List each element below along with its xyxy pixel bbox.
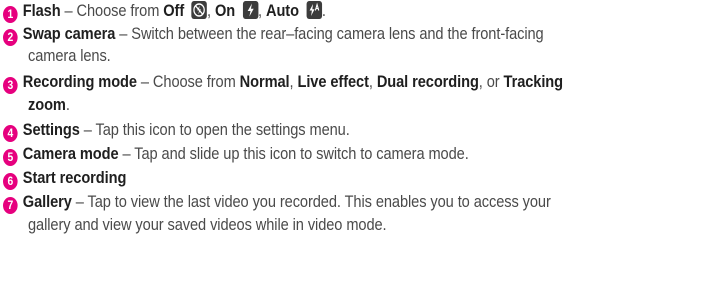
list-item-gallery: 7 Gallery – Tap to view the last video yo… (3, 191, 600, 214)
document-page: 1 Flash – Choose from Off , On , Auto . 2… (0, 0, 701, 282)
list-item-recording-mode: 3 Recording mode – Choose from Normal, Li… (3, 71, 600, 94)
flash-on-icon (242, 1, 259, 19)
item-text: – Tap and slide up this icon to switch t… (118, 144, 469, 163)
option-off: Off (163, 1, 185, 20)
term-recording-mode: Recording mode (22, 72, 137, 91)
item-text: camera lens. (28, 46, 111, 65)
punctuation: , (368, 72, 373, 91)
number-badge: 6 (3, 173, 18, 190)
term-gallery: Gallery (22, 192, 72, 211)
number-badge: 4 (3, 125, 18, 142)
list-item-settings: 4 Settings – Tap this icon to open the se… (3, 119, 600, 142)
option-tracking: Tracking (503, 72, 564, 91)
term-start-recording: Start recording (22, 168, 127, 187)
list-item-swap-camera: 2 Swap camera – Switch between the rear–f… (3, 23, 600, 46)
option-normal: Normal (239, 72, 290, 91)
item-text: – Choose from (60, 1, 164, 20)
option-dual-recording: Dual recording (376, 72, 479, 91)
list-item-gallery-continued: gallery and view your saved videos while… (28, 214, 603, 236)
term-flash: Flash (22, 1, 61, 20)
flash-off-icon (191, 1, 208, 19)
list-item-camera-mode: 5 Camera mode – Tap and slide up this ico… (3, 143, 600, 166)
term-settings: Settings (22, 120, 80, 139)
item-text: – Tap this icon to open the settings men… (79, 120, 350, 139)
option-zoom: zoom (28, 95, 66, 114)
item-text: , or (478, 72, 504, 91)
list-item-start-recording: 6 Start recording (3, 167, 600, 190)
punctuation: . (321, 1, 326, 20)
item-text: gallery and view your saved videos while… (28, 215, 387, 234)
option-auto: Auto (265, 1, 299, 20)
option-live-effect: Live effect (297, 72, 369, 91)
number-badge: 5 (3, 149, 18, 166)
punctuation: , (258, 1, 262, 20)
item-text: – Switch between the rear–facing camera … (115, 24, 544, 43)
number-badge: 1 (3, 6, 18, 23)
punctuation: . (65, 95, 70, 114)
number-badge: 7 (3, 197, 18, 214)
flash-auto-icon (306, 1, 322, 19)
item-text: – Choose from (136, 72, 240, 91)
number-badge: 2 (3, 29, 18, 46)
list-item-flash: 1 Flash – Choose from Off , On , Auto . (3, 0, 600, 23)
punctuation: , (207, 1, 211, 20)
list-item-swap-camera-continued: camera lens. (28, 45, 603, 67)
item-text: – Tap to view the last video you recorde… (71, 192, 551, 211)
term-camera-mode: Camera mode (22, 144, 119, 163)
list-item-recording-mode-continued: zoom. (28, 94, 603, 116)
option-on: On (214, 1, 236, 20)
punctuation: , (289, 72, 294, 91)
number-badge: 3 (3, 77, 18, 94)
term-swap-camera: Swap camera (22, 24, 116, 43)
